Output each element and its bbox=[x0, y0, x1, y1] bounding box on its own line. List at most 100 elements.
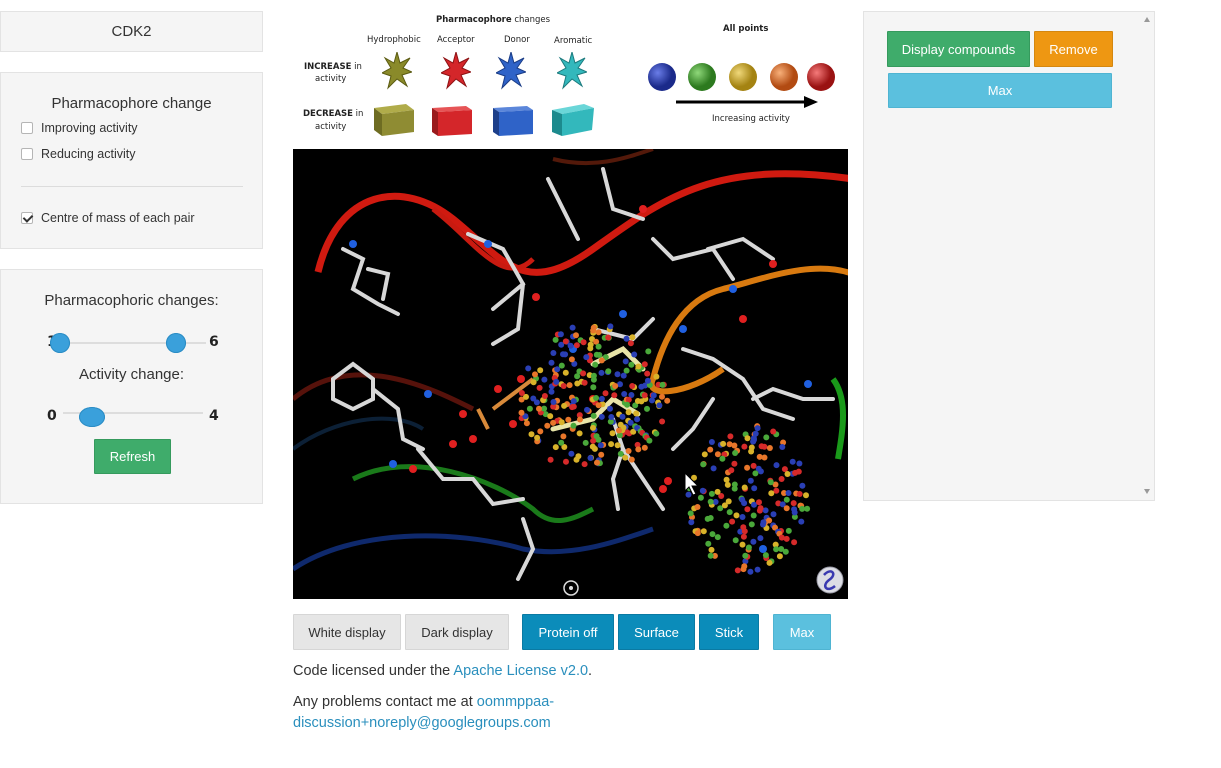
centre-of-mass-option[interactable]: Centre of mass of each pair bbox=[21, 211, 195, 225]
pharmacophoric-changes-min-handle[interactable] bbox=[50, 333, 70, 353]
activity-change-handle[interactable] bbox=[79, 407, 105, 427]
surface-button[interactable]: Surface bbox=[618, 614, 695, 650]
activity-point bbox=[628, 361, 635, 368]
activity-point bbox=[566, 382, 573, 389]
legend-decrease-line2: activity bbox=[315, 122, 347, 132]
activity-point bbox=[714, 451, 721, 458]
activity-point bbox=[590, 384, 597, 391]
activity-point bbox=[602, 390, 609, 397]
activity-point bbox=[541, 376, 548, 383]
activity-point bbox=[625, 409, 632, 416]
aromatic-decrease-cube-icon bbox=[552, 104, 594, 136]
scroll-down-icon[interactable] bbox=[1144, 489, 1150, 494]
activity-point bbox=[611, 392, 618, 399]
donor-increase-star-icon bbox=[496, 52, 526, 90]
activity-point bbox=[624, 401, 631, 408]
target-name: CDK2 bbox=[111, 23, 152, 40]
activity-point bbox=[595, 402, 602, 409]
remove-button[interactable]: Remove bbox=[1034, 31, 1113, 67]
legend-col-hydrophobic: Hydrophobic bbox=[367, 35, 421, 45]
sphere-orange bbox=[770, 63, 798, 91]
activity-point bbox=[528, 431, 535, 438]
activity-point bbox=[550, 399, 557, 405]
reducing-activity-checkbox[interactable] bbox=[21, 148, 33, 160]
activity-point bbox=[714, 534, 721, 541]
activity-point bbox=[740, 566, 747, 573]
activity-point bbox=[614, 442, 621, 449]
activity-point bbox=[568, 356, 575, 363]
activity-point bbox=[790, 500, 797, 507]
activity-point bbox=[728, 467, 735, 474]
pharmacophoric-changes-max-value: 6 bbox=[209, 334, 219, 350]
reducing-activity-option[interactable]: Reducing activity bbox=[21, 147, 136, 161]
divider bbox=[21, 186, 243, 187]
legend-title: Pharmacophore changes bbox=[436, 15, 551, 25]
activity-point bbox=[628, 456, 635, 463]
activity-point bbox=[754, 425, 761, 432]
acceptor-decrease-cube-icon bbox=[432, 106, 472, 136]
activity-point bbox=[731, 460, 738, 467]
stick-button[interactable]: Stick bbox=[699, 614, 759, 650]
activity-point bbox=[562, 369, 569, 376]
protein-ligand-scene bbox=[293, 149, 848, 596]
activity-point bbox=[570, 403, 577, 410]
activity-point bbox=[726, 509, 733, 516]
donor-decrease-cube-icon bbox=[493, 106, 533, 136]
scroll-up-icon[interactable] bbox=[1144, 17, 1150, 22]
activity-point bbox=[593, 351, 600, 358]
centre-of-mass-checkbox[interactable] bbox=[21, 212, 33, 224]
display-compounds-button[interactable]: Display compounds bbox=[887, 31, 1030, 67]
activity-point bbox=[536, 384, 543, 391]
improving-activity-checkbox[interactable] bbox=[21, 122, 33, 134]
activity-point bbox=[751, 485, 758, 492]
pharmacophoric-changes-max-handle[interactable] bbox=[166, 333, 186, 353]
activity-point bbox=[558, 419, 565, 426]
activity-point bbox=[633, 410, 640, 417]
activity-point bbox=[552, 336, 559, 343]
activity-point bbox=[714, 488, 721, 495]
activity-point bbox=[580, 339, 587, 346]
activity-point bbox=[723, 522, 730, 529]
activity-point bbox=[723, 476, 730, 483]
activity-point bbox=[619, 413, 626, 420]
activity-point bbox=[534, 434, 541, 441]
activity-point bbox=[757, 468, 764, 475]
activity-point bbox=[568, 450, 575, 457]
activity-point bbox=[638, 383, 645, 390]
activity-point bbox=[580, 370, 587, 377]
activity-change-min-value: 0 bbox=[47, 408, 57, 424]
activity-point bbox=[595, 329, 602, 336]
activity-point bbox=[612, 383, 619, 389]
activity-point bbox=[782, 548, 789, 555]
refresh-button[interactable]: Refresh bbox=[94, 439, 171, 474]
activity-point bbox=[653, 430, 660, 437]
activity-point bbox=[744, 435, 751, 442]
activity-point bbox=[760, 519, 767, 526]
pharmacophore-change-title: Pharmacophore change bbox=[51, 95, 212, 112]
activity-point bbox=[560, 351, 566, 358]
compounds-max-button[interactable]: Max bbox=[888, 73, 1112, 108]
apache-license-link[interactable]: Apache License v2.0 bbox=[453, 663, 588, 679]
activity-point bbox=[532, 371, 538, 378]
target-panel: CDK2 bbox=[0, 11, 263, 52]
activity-point bbox=[725, 498, 732, 505]
activity-point bbox=[617, 450, 624, 457]
improving-activity-option[interactable]: Improving activity bbox=[21, 121, 138, 135]
activity-point bbox=[629, 383, 636, 389]
white-display-button[interactable]: White display bbox=[293, 614, 401, 650]
activity-point bbox=[742, 552, 749, 559]
activity-point bbox=[756, 453, 763, 460]
activity-point bbox=[631, 351, 638, 358]
activity-point bbox=[756, 499, 762, 506]
dark-display-button[interactable]: Dark display bbox=[405, 614, 509, 650]
activity-point bbox=[526, 405, 533, 412]
hydrophobic-increase-star-icon bbox=[382, 52, 412, 90]
protein-off-button[interactable]: Protein off bbox=[522, 614, 614, 650]
viewer-max-button[interactable]: Max bbox=[773, 614, 831, 650]
molecule-3d-viewer[interactable] bbox=[293, 149, 848, 599]
activity-point bbox=[607, 405, 613, 412]
activity-point bbox=[708, 546, 715, 553]
activity-point bbox=[594, 459, 600, 466]
activity-point bbox=[784, 471, 791, 477]
activity-point bbox=[785, 527, 792, 534]
